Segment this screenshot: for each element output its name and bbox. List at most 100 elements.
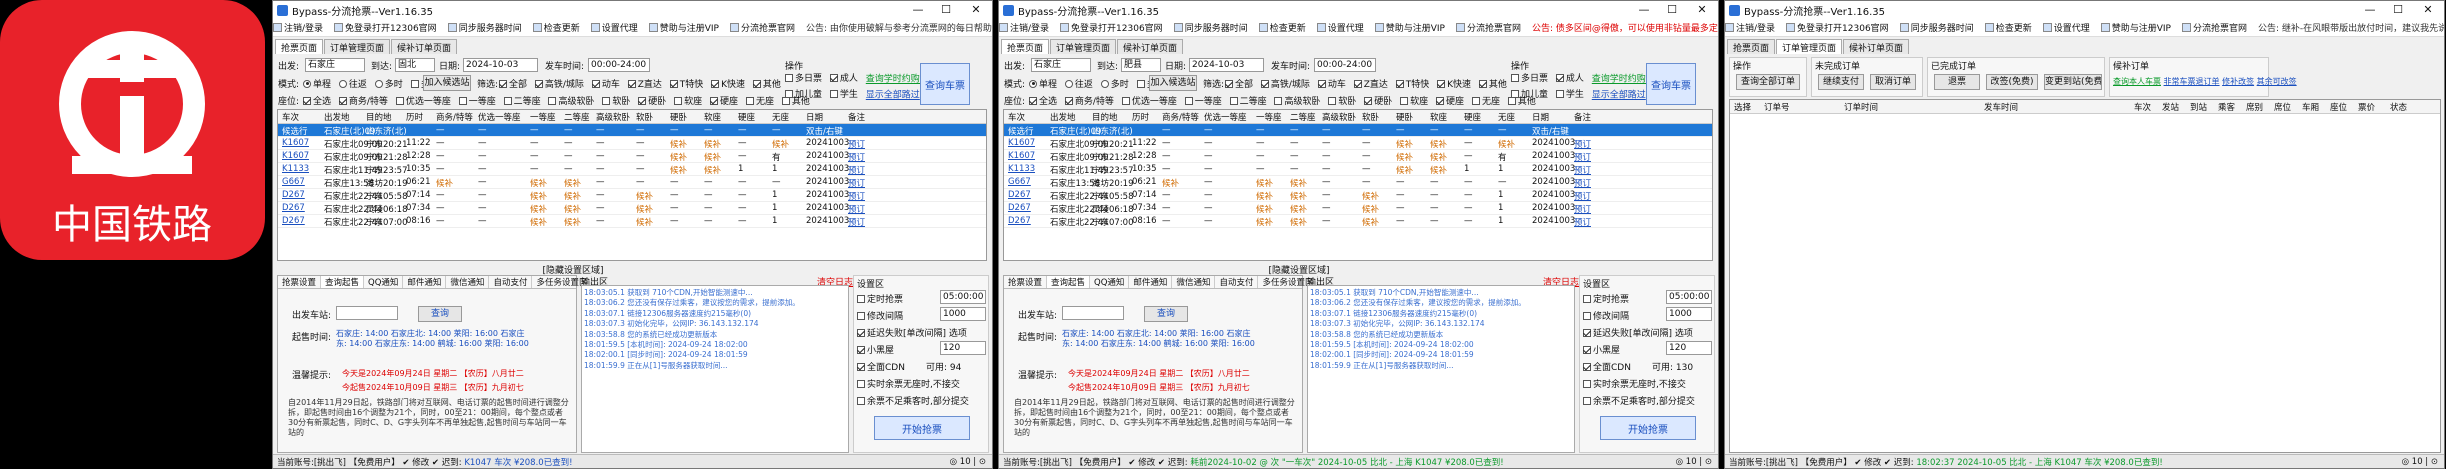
filter-all[interactable]: 全部 (1225, 77, 1253, 90)
modify-interval-checkbox[interactable]: 修改间隔 (1583, 309, 1629, 322)
subtab-sale-query[interactable]: 查询起售 (1047, 276, 1091, 288)
op-student[interactable]: 学生 (829, 87, 858, 100)
seat-soft-sleeper[interactable]: 软卧 (1328, 94, 1356, 107)
close-button[interactable]: ✕ (1688, 1, 1716, 19)
sale-station-input[interactable] (1062, 306, 1124, 320)
cancel-order-button[interactable]: 取消订单 (1870, 74, 1916, 90)
subtab-qq[interactable]: QQ通知 (364, 276, 404, 288)
menu-check-update[interactable]: 检查更新 (1984, 21, 2032, 34)
op-child[interactable]: 加儿童 (1511, 87, 1548, 100)
book-link[interactable]: 预订 (1574, 151, 1591, 163)
tab-booking[interactable]: 抢票页面 (1727, 39, 1776, 54)
query-tickets-button[interactable]: 查询车票 (920, 63, 970, 105)
change-station-button[interactable]: 变更到站(免费) (2044, 74, 2102, 90)
table-row[interactable]: D267 石家庄北22:44 宁东07:00 08:16— — 候补 候补 — 候补 — — —1 20… (278, 215, 986, 228)
cell-train[interactable]: K1607 (282, 151, 309, 161)
no-seat-checkbox[interactable]: 实时余票无座时,不接交 (857, 377, 960, 390)
minimize-button[interactable]: — (2356, 1, 2384, 19)
seat-second[interactable]: 二等座 (1229, 94, 1267, 107)
cdn-checkbox[interactable]: 全面CDN (1583, 360, 1631, 373)
menu-proxy[interactable]: 设置代理 (1316, 21, 1364, 34)
filter-dongche[interactable]: 动车 (591, 77, 620, 90)
menu-vip[interactable]: 赞助与注册VIP (2100, 21, 2171, 34)
tab-orders[interactable]: 订单管理页面 (1050, 39, 1117, 54)
subtab-autopay[interactable]: 自动支付 (489, 276, 533, 288)
table-row[interactable]: K1607 石家庄北09:00 宁东20:21 11:22— — — — — — 候补 候补 — 候补 2… (1004, 137, 1712, 150)
partial-submit-checkbox[interactable]: 余票不足乘客时,部分提交 (1583, 394, 1695, 407)
query-tickets-button[interactable]: 查询车票 (1646, 63, 1696, 105)
table-row[interactable]: G667 石家庄13:58 潍坊20:19 06:21 候补 — 候补 候补 — — — — — —202… (1004, 176, 1712, 189)
menu-website[interactable]: 分流抢票官网 (729, 21, 795, 34)
table-row[interactable]: 候选行 石家庄(北)09 山东济(北) — — — — — — — — — — 双击/右键 (1004, 124, 1712, 137)
book-link[interactable]: 预订 (848, 190, 865, 202)
mode-round[interactable]: 往返 (1064, 77, 1093, 90)
table-row[interactable]: 候选行 石家庄(北)09 山东济(北) — — — — — — — — — — 双击/右键 (278, 124, 986, 137)
add-station-button[interactable]: 加入候选站 (1149, 75, 1197, 91)
book-link[interactable]: 预订 (848, 203, 865, 215)
seat-pref-first[interactable]: 优选一等座 (1121, 94, 1177, 107)
mode-multi-day[interactable]: 多时 (374, 77, 403, 90)
table-row[interactable]: K1607 石家庄北09:00 宁东21:28 12:28— — — — — — 候补 候补 — 有 20… (1004, 150, 1712, 163)
time-select[interactable]: 00:00-24:00 (1314, 58, 1376, 72)
modify-interval-input[interactable]: 1000 (1666, 307, 1712, 321)
cell-train[interactable]: G667 (282, 177, 305, 187)
table-row[interactable]: K1133 石家庄北11:49 宁东23:57 10:35— — — — — — 候补 候补 1 1 20… (278, 163, 986, 176)
delay-fail-checkbox[interactable]: 延迟失败[单改间隔] 选项 (1583, 326, 1693, 339)
minimize-button[interactable]: — (904, 1, 932, 19)
table-row[interactable]: D267 石家庄北22:44 宁东07:00 08:16— — 候补 候补 — 候补 — — —1 20… (1004, 215, 1712, 228)
op-multi-day[interactable]: 多日票 (785, 71, 822, 84)
cell-train[interactable]: K1133 (1008, 164, 1035, 174)
timed-checkbox[interactable]: 定时抢票 (857, 292, 903, 305)
mode-single[interactable]: 单程 (1029, 77, 1057, 90)
op-adult[interactable]: 成人 (1555, 71, 1584, 84)
blacklist-checkbox[interactable]: 小黑屋 (857, 343, 894, 356)
menu-login[interactable]: 注销/登录 (273, 21, 323, 34)
menu-open-12306[interactable]: 免登录打开12306官网 (1786, 21, 1889, 34)
display-lines-link[interactable]: 显示全部路过 (866, 91, 920, 101)
book-link[interactable]: 预订 (848, 151, 865, 163)
filter-z[interactable]: Z直达 (627, 77, 662, 90)
timed-input[interactable]: 05:00:00 (1666, 290, 1712, 304)
display-lines-link[interactable]: 显示全部路过 (1592, 91, 1646, 101)
book-link[interactable]: 预订 (848, 177, 865, 189)
date-input[interactable]: 2024-10-03 (1189, 58, 1264, 72)
filter-gaotie[interactable]: 高铁/城际 (1260, 77, 1310, 90)
cdn-checkbox[interactable]: 全面CDN (857, 360, 905, 373)
mode-round[interactable]: 往返 (338, 77, 367, 90)
menu-login[interactable]: 注销/登录 (1725, 21, 1775, 34)
menu-open-12306[interactable]: 免登录打开12306官网 (334, 21, 437, 34)
start-booking-button[interactable]: 开始抢票 (1600, 416, 1696, 440)
table-row[interactable]: K1607 石家庄北09:00 宁东21:28 12:28— — — — — — 候补 候补 — 有 20… (278, 150, 986, 163)
book-link[interactable]: 预订 (1574, 203, 1591, 215)
op-child[interactable]: 加儿童 (785, 87, 822, 100)
seat-business[interactable]: 商务/特等 (1064, 94, 1114, 107)
book-link[interactable]: 预订 (1574, 138, 1591, 150)
menu-check-update[interactable]: 检查更新 (1258, 21, 1306, 34)
book-link[interactable]: 预订 (1574, 177, 1591, 189)
tab-booking[interactable]: 抢票页面 (1001, 39, 1050, 54)
seat-first[interactable]: 一等座 (1184, 94, 1222, 107)
link-fix-change[interactable]: 修补改签 (2222, 77, 2254, 86)
subtab-email[interactable]: 邮件通知 (1129, 276, 1173, 288)
filter-t[interactable]: T特快 (1395, 77, 1429, 90)
book-link[interactable]: 预订 (1574, 190, 1591, 202)
book-link[interactable]: 预订 (1574, 216, 1591, 228)
seat-second[interactable]: 二等座 (503, 94, 541, 107)
tab-candidate[interactable]: 候补订单页面 (1117, 39, 1184, 54)
maximize-button[interactable]: ☐ (1658, 1, 1686, 19)
filter-all[interactable]: 全部 (499, 77, 527, 90)
mode-multi-day[interactable]: 多时 (1100, 77, 1129, 90)
subtab-sale-query[interactable]: 查询起售 (321, 276, 365, 288)
no-seat-checkbox[interactable]: 实时余票无座时,不接交 (1583, 377, 1686, 390)
seat-hard-sleeper[interactable]: 硬卧 (1364, 94, 1392, 107)
link-unsubscribe[interactable]: 非常车票退订单 (2164, 77, 2220, 86)
seat-hard[interactable]: 硬座 (1436, 94, 1464, 107)
cell-train[interactable]: K1607 (282, 138, 309, 148)
menu-website[interactable]: 分流抢票官网 (1455, 21, 1521, 34)
subtab-wechat[interactable]: 微信通知 (1172, 276, 1216, 288)
seat-pref-first[interactable]: 优选一等座 (395, 94, 451, 107)
close-button[interactable]: ✕ (2414, 1, 2442, 19)
seat-all[interactable]: 全选 (1029, 94, 1057, 107)
continue-pay-button[interactable]: 继续支付 (1818, 74, 1864, 90)
table-row[interactable]: K1133 石家庄北11:49 宁东23:57 10:35— — — — — — 候补 候补 1 1 20… (1004, 163, 1712, 176)
